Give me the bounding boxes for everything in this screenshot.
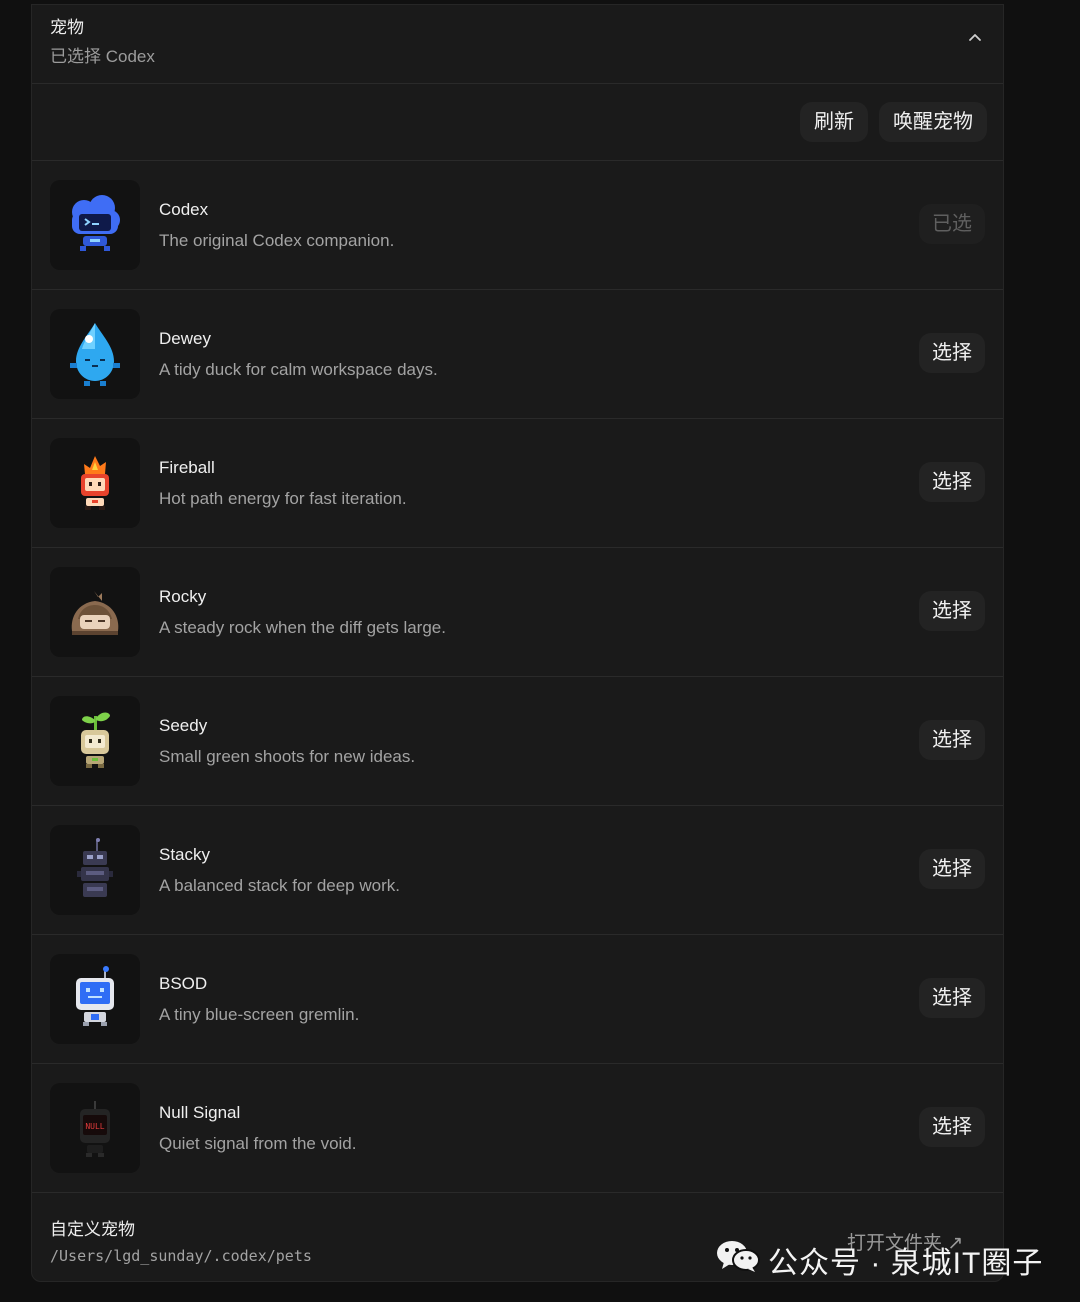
select-pet-button[interactable]: 选择 [919, 978, 985, 1018]
pets-toolbar: 刷新 唤醒宠物 [32, 84, 1003, 161]
custom-pets-path: /Users/lgd_sunday/.codex/pets [50, 1247, 312, 1265]
null-signal-robot-icon: NULL [80, 1101, 110, 1157]
pets-section-header[interactable]: 宠物 已选择 Codex [32, 5, 1003, 84]
pet-row-codex: Codex The original Codex companion. 已选 [32, 161, 1003, 290]
pet-avatar-codex [50, 180, 140, 270]
pet-name: Seedy [159, 716, 208, 735]
select-pet-button[interactable]: 选择 [919, 333, 985, 373]
pet-description: The original Codex companion. [159, 231, 395, 250]
app-window: 宠物 已选择 Codex 刷新 唤醒宠物 Codex The original … [0, 0, 1080, 1302]
pet-row-fireball: Fireball Hot path energy for fast iterat… [32, 419, 1003, 548]
selected-pet-summary: 已选择 Codex [50, 47, 155, 66]
pet-name: BSOD [159, 974, 208, 993]
rock-icon [71, 591, 119, 635]
pet-description: Small green shoots for new ideas. [159, 747, 416, 766]
select-pet-button[interactable]: 选择 [919, 849, 985, 889]
selected-badge: 已选 [919, 204, 985, 244]
section-title: 宠物 [50, 18, 84, 37]
pet-name: Dewey [159, 329, 211, 348]
pet-avatar-seedy [50, 696, 140, 786]
null-badge-text: NULL [85, 1122, 104, 1131]
stack-robot-icon [77, 838, 113, 897]
pet-name: Codex [159, 200, 209, 219]
pet-row-bsod: BSOD A tiny blue-screen gremlin. 选择 [32, 935, 1003, 1064]
pet-row-null-signal: NULL Null Signal Quiet signal from the v… [32, 1064, 1003, 1193]
pet-description: A tidy duck for calm workspace days. [159, 360, 438, 379]
pet-avatar-bsod [50, 954, 140, 1044]
pet-row-rocky: Rocky A steady rock when the diff gets l… [32, 548, 1003, 677]
pet-row-stacky: Stacky A balanced stack for deep work. 选… [32, 806, 1003, 935]
pet-description: Quiet signal from the void. [159, 1134, 357, 1153]
pet-avatar-dewey [50, 309, 140, 399]
select-pet-button[interactable]: 选择 [919, 720, 985, 760]
wake-pet-button[interactable]: 唤醒宠物 [879, 102, 987, 142]
wechat-icon [717, 1241, 760, 1272]
pet-avatar-stacky [50, 825, 140, 915]
pets-settings-panel: 宠物 已选择 Codex 刷新 唤醒宠物 Codex The original … [31, 4, 1004, 1282]
pet-avatar-rocky [50, 567, 140, 657]
select-pet-button[interactable]: 选择 [919, 591, 985, 631]
select-pet-button[interactable]: 选择 [919, 1107, 985, 1147]
pet-avatar-fireball [50, 438, 140, 528]
chevron-up-icon[interactable] [965, 27, 985, 47]
pet-name: Fireball [159, 458, 215, 477]
pet-description: Hot path energy for fast iteration. [159, 489, 407, 508]
pet-description: A steady rock when the diff gets large. [159, 618, 446, 637]
select-pet-button[interactable]: 选择 [919, 462, 985, 502]
watermark-text: 公众号 · 泉城IT圈子 [768, 1247, 1044, 1280]
blue-screen-robot-icon [76, 966, 114, 1026]
pet-description: A tiny blue-screen gremlin. [159, 1005, 360, 1024]
pet-name: Stacky [159, 845, 211, 864]
custom-pets-title: 自定义宠物 [50, 1220, 135, 1239]
pet-description: A balanced stack for deep work. [159, 876, 400, 895]
pet-avatar-null-signal: NULL [50, 1083, 140, 1173]
pet-row-seedy: Seedy Small green shoots for new ideas. … [32, 677, 1003, 806]
pet-name: Rocky [159, 587, 207, 606]
sprout-robot-icon [81, 712, 110, 768]
pet-name: Null Signal [159, 1103, 241, 1122]
pet-row-dewey: Dewey A tidy duck for calm workspace day… [32, 290, 1003, 419]
cloud-robot-icon [72, 195, 120, 251]
wechat-watermark: 公众号 · 泉城IT圈子 [700, 1230, 1060, 1282]
water-drop-icon [70, 323, 120, 386]
fire-robot-icon [81, 456, 109, 510]
refresh-button[interactable]: 刷新 [800, 102, 868, 142]
